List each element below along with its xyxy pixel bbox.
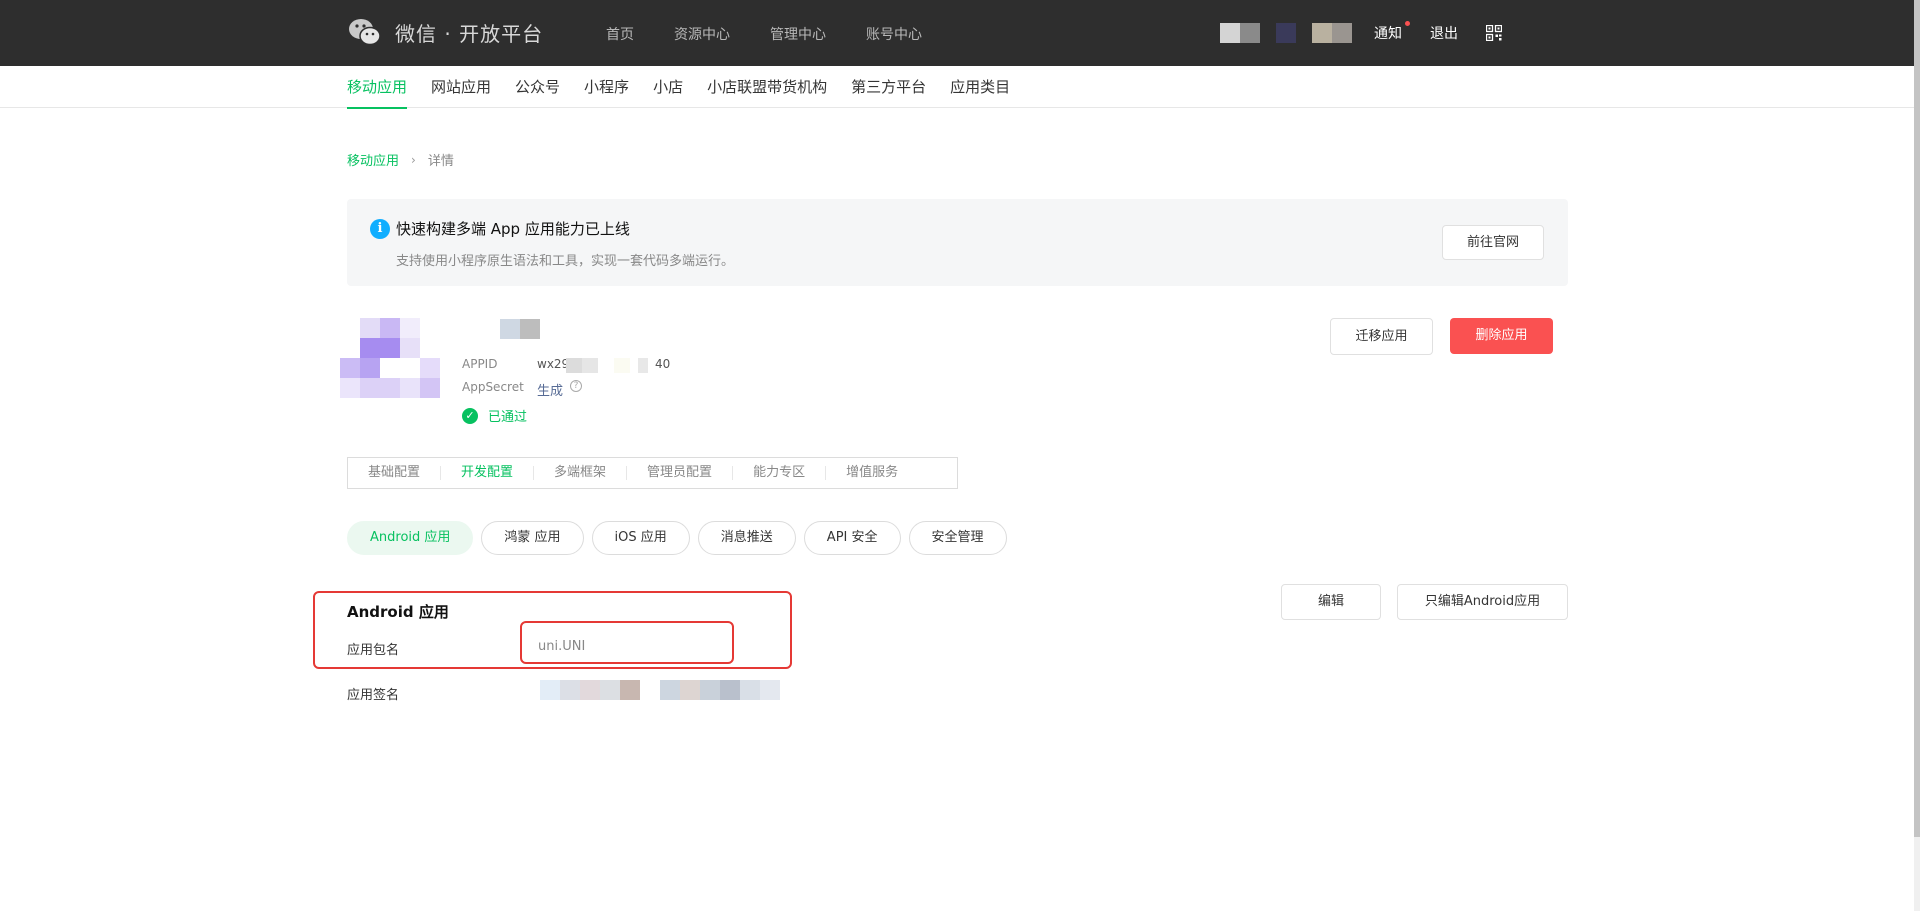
help-icon[interactable]: ? (570, 380, 582, 392)
edit-android-only-button[interactable]: 只编辑Android应用 (1397, 584, 1568, 620)
avatar[interactable] (1220, 23, 1352, 43)
generate-secret-link[interactable]: 生成 (537, 380, 563, 399)
highlight-box-package (520, 621, 734, 664)
delete-app-button[interactable]: 删除应用 (1450, 318, 1553, 354)
config-tabs: 基础配置 开发配置 多端框架 管理员配置 能力专区 增值服务 (347, 457, 958, 489)
appsecret-label: AppSecret (462, 380, 524, 394)
scrollbar-thumb[interactable] (1914, 0, 1920, 837)
tab-capabilities[interactable]: 能力专区 (733, 466, 827, 480)
breadcrumb: 移动应用 › 详情 (347, 150, 454, 170)
status-badge: ✓ 已通过 (462, 406, 527, 425)
appid-label: APPID (462, 357, 498, 371)
pill-api-security[interactable]: API 安全 (803, 521, 901, 555)
category-mini-program[interactable]: 小程序 (584, 76, 629, 109)
breadcrumb-current: 详情 (427, 154, 454, 169)
appid-suffix: 40 (655, 357, 671, 371)
announcement-banner: i 快速构建多端 App 应用能力已上线 支持使用小程序原生语法和工具，实现一套… (347, 199, 1568, 286)
top-nav-management[interactable]: 管理中心 (770, 24, 826, 44)
pill-push[interactable]: 消息推送 (697, 521, 796, 555)
category-app-categories[interactable]: 应用类目 (950, 76, 1010, 109)
category-mobile-app[interactable]: 移动应用 (347, 76, 408, 109)
signature-redacted (540, 680, 780, 700)
check-circle-icon: ✓ (462, 407, 478, 424)
banner-title: 快速构建多端 App 应用能力已上线 (396, 220, 630, 238)
category-official-account[interactable]: 公众号 (515, 76, 560, 109)
go-to-website-button[interactable]: 前往官网 (1442, 225, 1544, 260)
pill-harmony[interactable]: 鸿蒙 应用 (481, 521, 584, 555)
tab-dev-config[interactable]: 开发配置 (441, 466, 535, 480)
logout-link[interactable]: 退出 (1430, 23, 1458, 43)
pill-ios[interactable]: iOS 应用 (591, 521, 690, 555)
app-icon (340, 318, 440, 398)
tab-multi-platform[interactable]: 多端框架 (534, 466, 628, 480)
chevron-right-icon: › (411, 152, 416, 167)
tab-value-added[interactable]: 增值服务 (826, 466, 918, 480)
tab-basic-config[interactable]: 基础配置 (348, 466, 442, 480)
category-mini-store[interactable]: 小店 (653, 76, 683, 109)
top-nav-home[interactable]: 首页 (606, 24, 634, 44)
platform-pills: Android 应用 鸿蒙 应用 iOS 应用 消息推送 API 安全 安全管理 (347, 521, 1015, 555)
top-nav-account[interactable]: 账号中心 (866, 24, 922, 44)
appid-prefix: wx29 (537, 357, 570, 371)
brand[interactable]: 微信 · 开放平台 (347, 16, 543, 48)
status-text: 已通过 (488, 410, 528, 425)
qr-code-icon[interactable] (1486, 25, 1502, 41)
top-right-area: 通知 退出 (1220, 18, 1502, 48)
notification-dot (1405, 21, 1410, 26)
category-third-party[interactable]: 第三方平台 (851, 76, 926, 109)
category-website-app[interactable]: 网站应用 (431, 76, 491, 109)
top-nav: 首页 资源中心 管理中心 账号中心 (606, 24, 962, 44)
tab-admin-config[interactable]: 管理员配置 (627, 466, 734, 480)
edit-button[interactable]: 编辑 (1281, 584, 1381, 620)
info-icon: i (370, 219, 390, 239)
category-store-alliance[interactable]: 小店联盟带货机构 (707, 76, 827, 109)
top-bar: 微信 · 开放平台 首页 资源中心 管理中心 账号中心 通知 退出 (0, 0, 1914, 66)
app-name-redacted (500, 319, 540, 339)
category-nav: 移动应用 网站应用 公众号 小程序 小店 小店联盟带货机构 第三方平台 应用类目 (0, 66, 1914, 109)
wechat-logo-icon (349, 19, 381, 46)
pill-security-mgmt[interactable]: 安全管理 (908, 521, 1007, 555)
notification-link[interactable]: 通知 (1374, 21, 1410, 43)
breadcrumb-parent[interactable]: 移动应用 (347, 150, 399, 169)
notification-label: 通知 (1374, 26, 1402, 42)
migrate-app-button[interactable]: 迁移应用 (1330, 318, 1433, 355)
top-nav-resources[interactable]: 资源中心 (674, 24, 730, 44)
pill-android[interactable]: Android 应用 (347, 521, 474, 555)
banner-subtitle: 支持使用小程序原生语法和工具，实现一套代码多端运行。 (396, 254, 735, 269)
signature-label: 应用签名 (347, 688, 400, 703)
brand-title: 微信 · 开放平台 (395, 21, 544, 46)
appid-redacted (566, 358, 648, 373)
